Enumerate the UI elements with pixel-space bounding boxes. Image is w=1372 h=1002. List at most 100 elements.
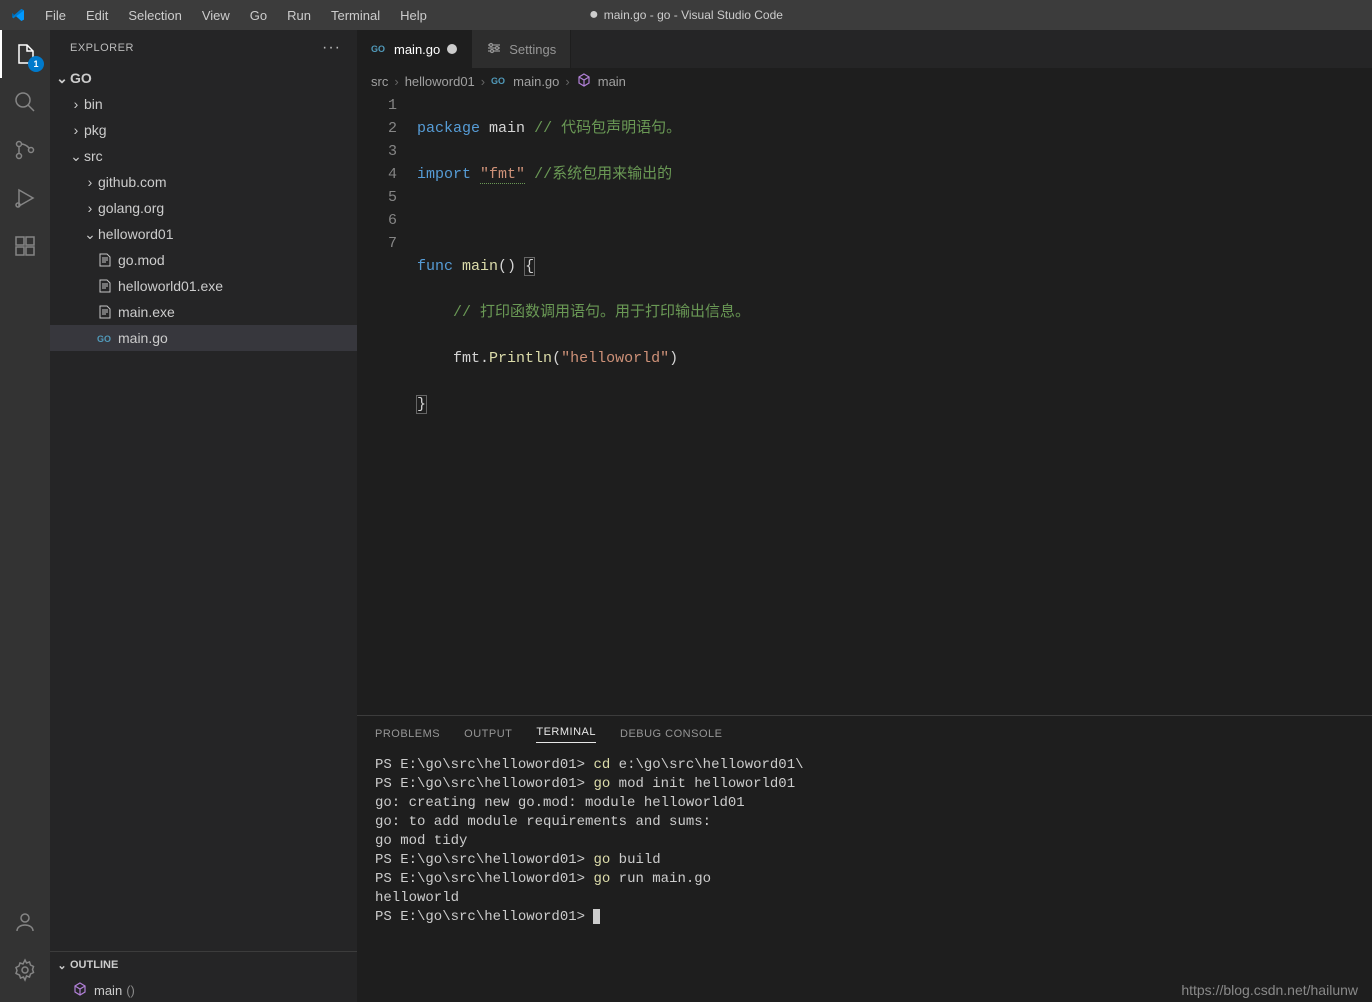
tree-folder-github[interactable]: › github.com	[50, 169, 357, 195]
outline-label: main	[94, 983, 122, 998]
chevron-down-icon: ⌄	[68, 148, 84, 165]
activity-extensions[interactable]	[0, 222, 50, 270]
chevron-right-icon: ›	[82, 200, 98, 216]
tree-folder-bin[interactable]: › bin	[50, 91, 357, 117]
chevron-down-icon: ⌄	[54, 959, 70, 972]
chevron-down-icon: ⌄	[82, 226, 98, 243]
file-icon	[96, 278, 114, 294]
chevron-right-icon: ›	[68, 96, 84, 112]
editor-tabs: GO main.go Settings	[357, 30, 1372, 68]
tree-file-hwexe[interactable]: helloworld01.exe	[50, 273, 357, 299]
sidebar: EXPLORER ··· ⌄ GO › bin › pkg ⌄ src › gi…	[50, 30, 357, 1002]
tree-folder-golang[interactable]: › golang.org	[50, 195, 357, 221]
tree-label: pkg	[84, 122, 107, 138]
terminal[interactable]: PS E:\go\src\helloword01> cd e:\go\src\h…	[357, 752, 1372, 1002]
tree-folder-src[interactable]: ⌄ src	[50, 143, 357, 169]
panel-tab-terminal[interactable]: TERMINAL	[536, 726, 596, 743]
activity-accounts[interactable]	[0, 898, 50, 946]
panel-tab-debug[interactable]: DEBUG CONSOLE	[620, 728, 722, 740]
tree-folder-pkg[interactable]: › pkg	[50, 117, 357, 143]
terminal-cursor	[593, 909, 600, 924]
svg-text:GO: GO	[371, 44, 385, 54]
tree-label: bin	[84, 96, 103, 112]
outline-header[interactable]: ⌄ OUTLINE	[50, 952, 357, 978]
menu-help[interactable]: Help	[390, 0, 437, 30]
code-content[interactable]: package main // 代码包声明语句。 import "fmt" //…	[417, 94, 1372, 715]
window-title: ● main.go - go - Visual Studio Code	[589, 0, 783, 30]
explorer-badge: 1	[28, 56, 44, 72]
menu-terminal[interactable]: Terminal	[321, 0, 390, 30]
tree-folder-helloword01[interactable]: ⌄ helloword01	[50, 221, 357, 247]
svg-text:GO: GO	[491, 76, 505, 86]
chevron-right-icon: ›	[565, 74, 569, 89]
activity-scm[interactable]	[0, 126, 50, 174]
window-title-text: main.go - go - Visual Studio Code	[604, 8, 783, 22]
breadcrumb-file[interactable]: main.go	[513, 74, 559, 89]
go-file-icon: GO	[491, 72, 507, 91]
tree-file-mainexe[interactable]: main.exe	[50, 299, 357, 325]
tree-label: src	[84, 148, 103, 164]
breadcrumb-hw[interactable]: helloword01	[405, 74, 475, 89]
file-icon	[96, 304, 114, 320]
tree-file-gomod[interactable]: go.mod	[50, 247, 357, 273]
tab-settings[interactable]: Settings	[472, 30, 571, 68]
vscode-logo	[0, 7, 35, 23]
tree-root[interactable]: ⌄ GO	[50, 65, 357, 91]
file-tree: ⌄ GO › bin › pkg ⌄ src › github.com › go…	[50, 65, 357, 951]
outline-item-main[interactable]: main ()	[50, 978, 357, 1002]
go-file-icon: GO	[96, 330, 114, 346]
menu-go[interactable]: Go	[240, 0, 277, 30]
settings-icon	[486, 40, 502, 59]
menu-file[interactable]: File	[35, 0, 76, 30]
menu-edit[interactable]: Edit	[76, 0, 118, 30]
code-editor[interactable]: 1 2 3 4 5 6 7 package main // 代码包声明语句。 i…	[357, 94, 1372, 715]
cube-icon	[72, 981, 88, 1000]
tree-label: golang.org	[98, 200, 164, 216]
watermark: https://blog.csdn.net/hailunw	[1181, 982, 1358, 998]
menu-selection[interactable]: Selection	[118, 0, 191, 30]
panel-tabs: PROBLEMS OUTPUT TERMINAL DEBUG CONSOLE	[357, 716, 1372, 752]
tree-label: helloword01	[98, 226, 174, 242]
chevron-down-icon: ⌄	[54, 70, 70, 87]
outline-section: ⌄ OUTLINE main ()	[50, 951, 357, 1002]
menu-view[interactable]: View	[192, 0, 240, 30]
panel-tab-output[interactable]: OUTPUT	[464, 728, 512, 740]
activity-debug[interactable]	[0, 174, 50, 222]
breadcrumb-func[interactable]: main	[598, 74, 626, 89]
dirty-dot-icon	[447, 44, 457, 54]
tree-label: github.com	[98, 174, 166, 190]
tree-label: main.exe	[118, 304, 175, 320]
chevron-right-icon: ›	[68, 122, 84, 138]
svg-text:GO: GO	[97, 334, 111, 344]
menu-run[interactable]: Run	[277, 0, 321, 30]
menubar: File Edit Selection View Go Run Terminal…	[35, 0, 437, 30]
outline-title: OUTLINE	[70, 959, 118, 971]
tree-file-maingo[interactable]: GO main.go	[50, 325, 357, 351]
dirty-indicator-icon: ●	[589, 9, 599, 21]
chevron-right-icon: ›	[394, 74, 398, 89]
outline-paren: ()	[126, 983, 135, 998]
more-actions-icon[interactable]: ···	[322, 39, 341, 57]
activity-bar: 1	[0, 30, 50, 1002]
tree-label: main.go	[118, 330, 168, 346]
titlebar: File Edit Selection View Go Run Terminal…	[0, 0, 1372, 30]
breadcrumb-src[interactable]: src	[371, 74, 388, 89]
chevron-right-icon: ›	[82, 174, 98, 190]
activity-search[interactable]	[0, 78, 50, 126]
sidebar-title: EXPLORER	[70, 42, 134, 54]
go-file-icon: GO	[371, 40, 387, 59]
sidebar-header: EXPLORER ···	[50, 30, 357, 65]
line-number-gutter: 1 2 3 4 5 6 7	[357, 94, 417, 715]
tab-maingo[interactable]: GO main.go	[357, 30, 472, 68]
activity-explorer[interactable]: 1	[0, 30, 50, 78]
tree-root-label: GO	[70, 70, 92, 86]
file-icon	[96, 252, 114, 268]
breadcrumb[interactable]: src › helloword01 › GO main.go › main	[357, 68, 1372, 94]
tab-label: main.go	[394, 42, 440, 57]
activity-settings[interactable]	[0, 946, 50, 994]
tab-label: Settings	[509, 42, 556, 57]
bottom-panel: PROBLEMS OUTPUT TERMINAL DEBUG CONSOLE P…	[357, 715, 1372, 1002]
panel-tab-problems[interactable]: PROBLEMS	[375, 728, 440, 740]
tree-label: go.mod	[118, 252, 165, 268]
editor-area: GO main.go Settings src › helloword01 › …	[357, 30, 1372, 1002]
